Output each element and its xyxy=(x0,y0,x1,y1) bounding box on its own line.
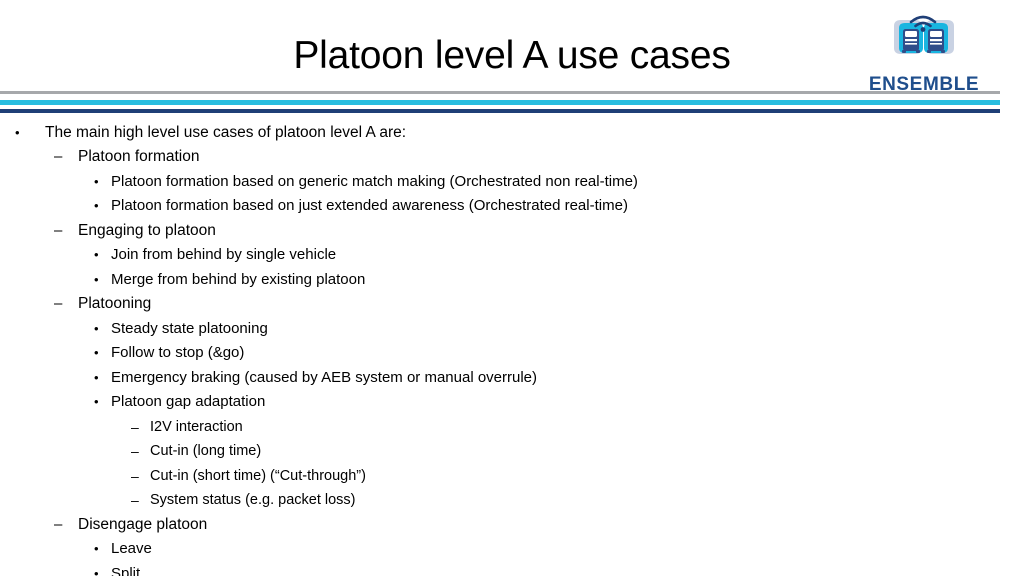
list-item: – Engaging to platoon xyxy=(0,219,1024,244)
list-item-label: The main high level use cases of platoon… xyxy=(45,124,407,141)
bullet-glyph-level2: – xyxy=(54,515,63,533)
list-item: – Cut-in (long time) xyxy=(0,439,1024,464)
bullet-glyph-level3: • xyxy=(94,369,99,385)
ensemble-logo: ENSEMBLE xyxy=(862,12,986,95)
bullet-glyph-level3: • xyxy=(94,173,99,189)
list-item: • Platoon gap adaptation xyxy=(0,390,1024,415)
list-item-label: Platoon formation xyxy=(78,148,200,165)
list-item: • Platoon formation based on just extende… xyxy=(0,194,1024,219)
list-item-label: Engaging to platoon xyxy=(78,221,216,239)
bullet-glyph-level4: – xyxy=(131,492,139,508)
list-item-label: Follow to stop (&go) xyxy=(111,344,245,361)
list-item-label: Platoon formation based on generic match… xyxy=(111,172,638,190)
bullet-glyph-level3: • xyxy=(94,320,99,336)
list-item: – Platoon formation xyxy=(0,145,1024,170)
list-item: • Steady state platooning xyxy=(0,317,1024,342)
list-item: – Platooning xyxy=(0,292,1024,317)
list-item: • Split xyxy=(0,562,1024,576)
list-item: • Leave xyxy=(0,537,1024,562)
bullet-glyph-level2: – xyxy=(54,295,63,312)
list-item-label: Disengage platoon xyxy=(78,515,208,533)
bullet-glyph-level2: – xyxy=(54,221,63,239)
bullet-glyph-level4: – xyxy=(131,467,139,484)
list-item-label: Split xyxy=(111,564,141,576)
two-trucks-wifi-icon xyxy=(886,12,962,62)
bullet-glyph-level4: – xyxy=(131,418,139,435)
list-item: • Platoon formation based on generic matc… xyxy=(0,170,1024,195)
bullet-glyph-level4: – xyxy=(131,443,139,459)
list-item: – Cut-in (short time) (“Cut-through”) xyxy=(0,464,1024,489)
bullet-glyph-level2: – xyxy=(54,148,63,165)
bullet-glyph-level3: • xyxy=(94,198,99,213)
divider-gray xyxy=(0,91,1000,94)
list-item-label: Leave xyxy=(111,540,152,557)
list-item-label: Emergency braking (caused by AEB system … xyxy=(111,368,538,386)
list-item: – System status (e.g. packet loss) xyxy=(0,488,1024,513)
list-item-label: I2V interaction xyxy=(150,418,243,435)
bullet-glyph-level1: • xyxy=(15,125,20,140)
list-item: – Disengage platoon xyxy=(0,513,1024,538)
list-item: • Follow to stop (&go) xyxy=(0,341,1024,366)
divider-navy xyxy=(0,109,1000,113)
list-item: • The main high level use cases of platoo… xyxy=(0,120,1024,145)
list-item: • Merge from behind by existing platoon xyxy=(0,268,1024,293)
list-item: – I2V interaction xyxy=(0,415,1024,440)
divider-cyan xyxy=(0,100,1000,105)
list-item-label: Platoon formation based on just extended… xyxy=(111,197,628,214)
bullet-list: • The main high level use cases of platoo… xyxy=(0,120,1024,576)
list-item-label: Cut-in (long time) xyxy=(150,443,262,459)
list-item-label: Platooning xyxy=(78,295,152,312)
bullet-glyph-level3: • xyxy=(94,247,99,262)
list-item-label: Steady state platooning xyxy=(111,319,268,337)
list-item: • Emergency braking (caused by AEB system… xyxy=(0,366,1024,391)
list-item-label: Cut-in (short time) (“Cut-through”) xyxy=(150,467,366,484)
list-item-label: Join from behind by single vehicle xyxy=(111,246,337,263)
bullet-glyph-level3: • xyxy=(94,565,99,576)
list-item-label: System status (e.g. packet loss) xyxy=(150,492,356,508)
bullet-glyph-level3: • xyxy=(94,271,99,287)
list-item: • Join from behind by single vehicle xyxy=(0,243,1024,268)
bullet-glyph-level3: • xyxy=(94,394,99,409)
slide: Platoon level A use cases ENSEMBLE • The… xyxy=(0,0,1024,576)
bullet-glyph-level3: • xyxy=(94,541,99,556)
bullet-glyph-level3: • xyxy=(94,345,99,360)
list-item-label: Platoon gap adaptation xyxy=(111,393,266,410)
list-item-label: Merge from behind by existing platoon xyxy=(111,270,366,288)
